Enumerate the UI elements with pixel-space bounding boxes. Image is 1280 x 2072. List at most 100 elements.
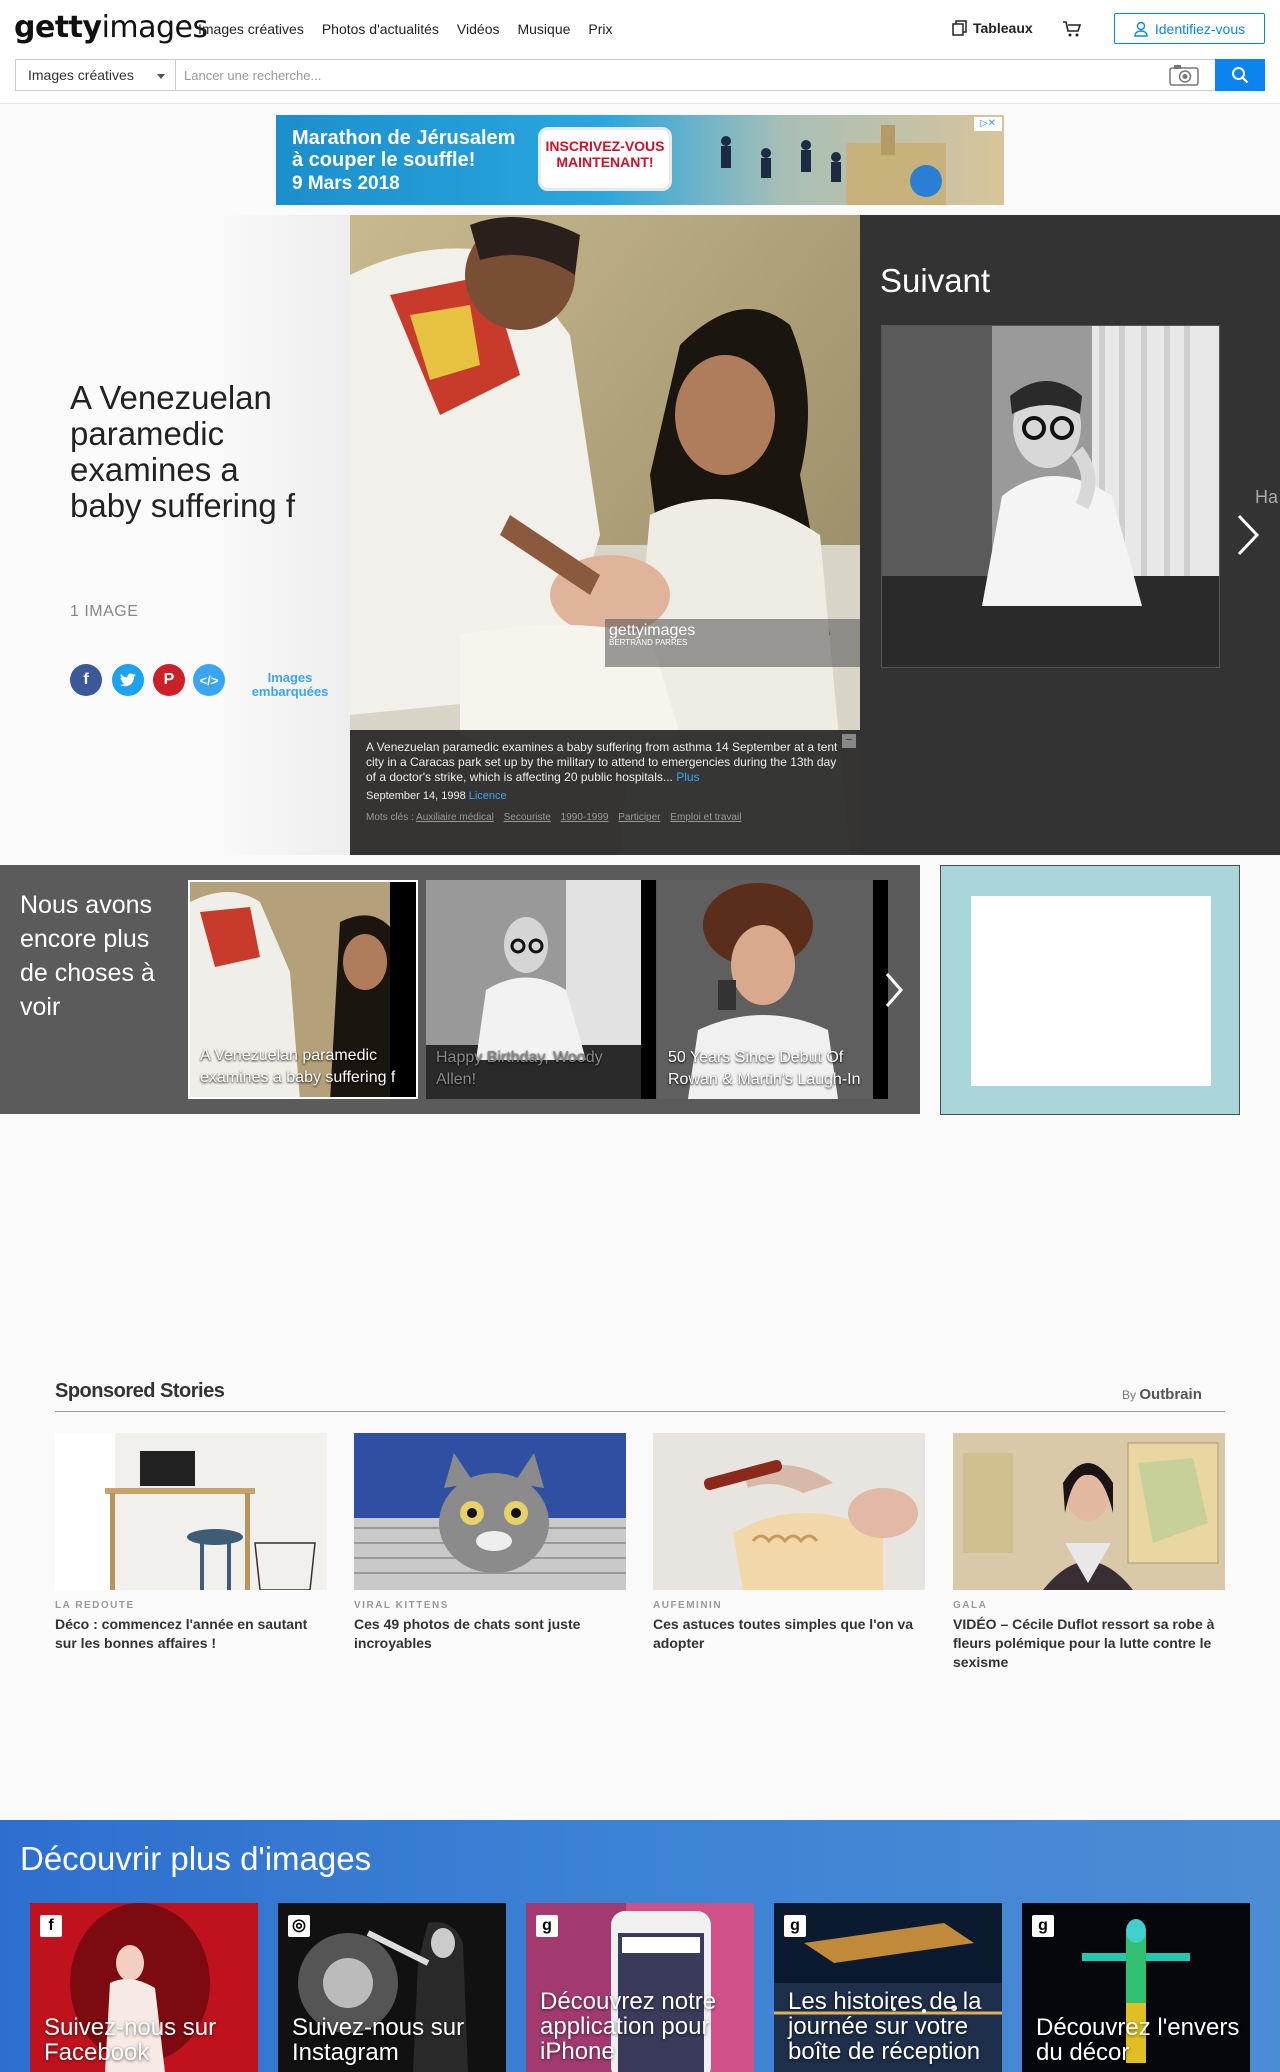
strip-next-arrow-icon[interactable] <box>882 970 906 1015</box>
ad-choices-icon[interactable]: ▷✕ <box>974 117 1002 131</box>
discover-card-behind-scenes[interactable]: g Découvrez l'envers du décor <box>1022 1903 1250 2072</box>
photo-caption: – A Venezuelan paramedic examines a baby… <box>350 730 860 855</box>
card-label: Suivez-nous sur Instagram <box>292 2014 465 2066</box>
discover-card-newsletter[interactable]: g Les histoires de la journée sur votre … <box>774 1903 1002 2072</box>
woody-allen-photo <box>882 326 1219 667</box>
search-type-value: Images créatives <box>28 67 134 83</box>
keyword-link[interactable]: Secouriste <box>504 812 551 823</box>
ad-cta-button[interactable]: INSCRIVEZ-VOUS MAINTENANT! <box>538 127 672 191</box>
photo-date: September 14, 1998 <box>366 790 466 802</box>
keywords-label: Mots clés : <box>366 812 414 823</box>
story-source: LA REDOUTE <box>55 1600 135 1611</box>
pinterest-share-icon[interactable]: P <box>153 664 185 696</box>
nav-news-photos[interactable]: Photos d'actualités <box>322 21 439 37</box>
keyword-link[interactable]: 1990-1999 <box>561 812 609 823</box>
story-image <box>354 1433 626 1590</box>
top-bar: gettyimages Images créatives Photos d'ac… <box>0 0 1280 58</box>
keywords-row: Mots clés : Auxiliaire médical Secourist… <box>366 810 844 825</box>
chevron-down-icon <box>157 74 165 79</box>
story-title[interactable]: VIDÉO – Cécile Duflot ressort sa robe à … <box>953 1615 1225 1672</box>
nav-videos[interactable]: Vidéos <box>457 21 500 37</box>
outbrain-logo: Outbrain <box>1139 1386 1202 1403</box>
main-nav: Images créatives Photos d'actualités Vid… <box>198 21 613 37</box>
hero-title: A Venezuelan paramedic examines a baby s… <box>70 379 296 524</box>
getty-logo[interactable]: gettyimages <box>14 10 208 45</box>
card-label: Découvrez l'envers du décor <box>1036 2014 1240 2066</box>
sponsored-story[interactable]: VIRAL KITTENS Ces 49 photos de chats son… <box>354 1433 626 1653</box>
search-bar: Images créatives Lancer une recherche... <box>0 58 1280 104</box>
ad-runners-image <box>721 125 946 205</box>
more-to-see-title: Nous avons encore plus de choses à voir <box>20 891 155 1021</box>
search-type-select[interactable]: Images créatives <box>15 59 175 91</box>
ad-headline: Marathon de Jérusalem à couper le souffle… <box>292 127 516 171</box>
search-input[interactable]: Lancer une recherche... <box>175 59 1216 91</box>
side-ad-content <box>971 896 1211 1086</box>
divider <box>55 1411 1225 1412</box>
hero-image-count: 1 IMAGE <box>70 603 139 620</box>
getty-g-icon: g <box>536 1915 558 1937</box>
sponsored-story[interactable]: LA REDOUTE Déco : commencez l'année en s… <box>55 1433 327 1653</box>
gallery-thumb-label: A Venezuelan paramedic examines a baby s… <box>200 1047 396 1086</box>
user-icon <box>1134 21 1148 37</box>
story-source: AUFEMININ <box>653 1600 723 1611</box>
story-image <box>953 1433 1225 1590</box>
license-link[interactable]: Licence <box>469 790 507 802</box>
story-source: GALA <box>953 1600 988 1611</box>
embed-images-link[interactable]: Images embarquées <box>250 671 330 699</box>
gallery-thumb[interactable]: 50 Years Since Debut Of Rowan & Martin's… <box>658 880 888 1099</box>
sponsored-story[interactable]: AUFEMININ Ces astuces toutes simples que… <box>653 1433 925 1653</box>
side-ad[interactable] <box>940 865 1240 1115</box>
facebook-icon: f <box>40 1915 62 1937</box>
caption-text: A Venezuelan paramedic examines a baby s… <box>366 740 838 784</box>
card-label: Suivez-nous sur Facebook <box>44 2014 217 2066</box>
caption-more-link[interactable]: Plus <box>676 770 699 784</box>
story-title[interactable]: Déco : commencez l'année en sautant sur … <box>55 1615 327 1653</box>
collapse-caption-button[interactable]: – <box>842 734 856 748</box>
twitter-share-icon[interactable] <box>112 664 144 696</box>
next-panel-cut-text: Ha <box>1255 487 1279 507</box>
story-title[interactable]: Ces 49 photos de chats sont juste incroy… <box>354 1615 626 1653</box>
next-gallery-thumbnail[interactable] <box>881 325 1220 668</box>
instagram-icon: ◎ <box>288 1915 310 1937</box>
discover-card-facebook[interactable]: f Suivez-nous sur Facebook <box>30 1903 258 2072</box>
signin-button[interactable]: Identifiez-vous <box>1114 13 1265 44</box>
gallery-thumb-label: 50 Years Since Debut Of Rowan & Martin's… <box>668 1049 861 1088</box>
boards-link[interactable]: Tableaux <box>951 20 1033 36</box>
story-source: VIRAL KITTENS <box>354 1600 449 1611</box>
watermark: gettyimages BERTRAND PARRES <box>609 622 696 647</box>
card-label: Les histoires de la journée sur votre bo… <box>788 1988 982 2065</box>
search-button[interactable] <box>1215 59 1265 91</box>
cart-icon[interactable] <box>1062 20 1082 43</box>
card-label: Découvrez notre application pour iPhone <box>540 1988 717 2065</box>
keyword-link[interactable]: Participer <box>618 812 660 823</box>
sponsored-story[interactable]: GALA VIDÉO – Cécile Duflot ressort sa ro… <box>953 1433 1225 1672</box>
getty-g-icon: g <box>784 1915 806 1937</box>
discover-card-iphone-app[interactable]: g Découvrez notre application pour iPhon… <box>526 1903 754 2072</box>
nav-music[interactable]: Musique <box>517 21 570 37</box>
gallery-thumb-label: Happy Birthday, Woody Allen! <box>436 1049 603 1088</box>
ad-banner[interactable]: Marathon de Jérusalem à couper le souffle… <box>276 115 1004 205</box>
story-image <box>55 1433 327 1590</box>
signin-label: Identifiez-vous <box>1154 20 1246 37</box>
keyword-link[interactable]: Auxiliaire médical <box>416 812 494 823</box>
gallery-thumb[interactable]: A Venezuelan paramedic examines a baby s… <box>188 880 418 1099</box>
boards-icon <box>952 20 967 36</box>
sponsored-heading: Sponsored Stories <box>55 1380 225 1402</box>
facebook-share-icon[interactable]: f <box>70 664 102 696</box>
camera-icon[interactable] <box>1169 64 1199 91</box>
gallery-thumb[interactable]: Happy Birthday, Woody Allen! <box>426 880 656 1099</box>
next-arrow-icon[interactable] <box>1233 510 1263 565</box>
embed-code-icon[interactable]: </> <box>193 664 225 696</box>
keyword-link[interactable]: Emploi et travail <box>670 812 741 823</box>
outbrain-credit[interactable]: By Outbrain <box>1122 1386 1202 1403</box>
story-title[interactable]: Ces astuces toutes simples que l'on va a… <box>653 1615 925 1653</box>
ad-date: 9 Mars 2018 <box>292 173 400 194</box>
nav-creative-images[interactable]: Images créatives <box>198 21 304 37</box>
search-icon <box>1232 67 1249 84</box>
discover-card-instagram[interactable]: ◎ Suivez-nous sur Instagram <box>278 1903 506 2072</box>
boards-label: Tableaux <box>973 20 1033 36</box>
discover-title: Découvrir plus d'images <box>20 1840 372 1877</box>
nav-pricing[interactable]: Prix <box>588 21 612 37</box>
story-image <box>653 1433 925 1590</box>
getty-g-icon: g <box>1032 1915 1054 1937</box>
